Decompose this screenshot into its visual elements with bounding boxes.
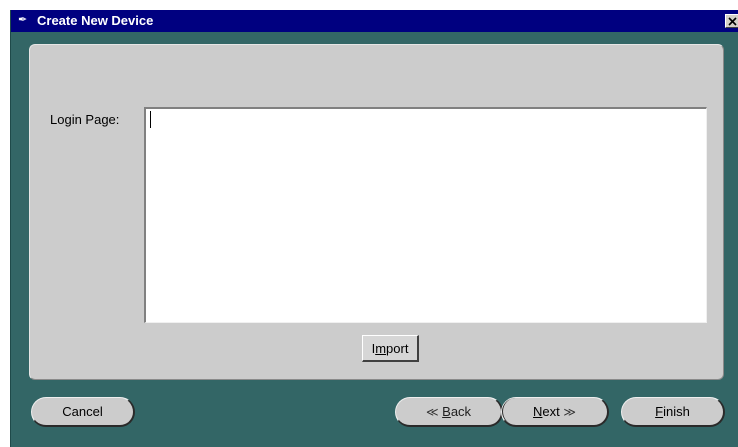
next-button-label: Next	[533, 403, 560, 419]
content-panel: Login Page: Import	[29, 44, 724, 380]
text-caret	[150, 111, 151, 128]
close-icon	[728, 17, 737, 26]
login-page-textarea[interactable]	[144, 107, 707, 323]
login-page-label: Login Page:	[50, 112, 120, 127]
chevron-right-double-icon: ≫	[563, 404, 576, 419]
back-button[interactable]: ≪ Back	[395, 397, 503, 427]
close-button[interactable]	[725, 14, 738, 28]
dialog-title: Create New Device	[37, 13, 154, 28]
back-button-label: Back	[442, 403, 472, 419]
import-button[interactable]: Import	[362, 335, 419, 362]
create-device-dialog: ✒ Create New Device Login Page: Import C…	[10, 10, 738, 447]
import-button-label: Import	[371, 340, 409, 356]
title-bar[interactable]: ✒ Create New Device	[11, 10, 738, 32]
chevron-left-double-icon: ≪	[425, 404, 439, 419]
next-button[interactable]: Next ≫	[501, 397, 609, 427]
cancel-button[interactable]: Cancel	[31, 397, 135, 427]
finish-button-label: Finish	[655, 403, 690, 419]
finish-button[interactable]: Finish	[621, 397, 725, 427]
feather-icon: ✒	[18, 14, 28, 26]
